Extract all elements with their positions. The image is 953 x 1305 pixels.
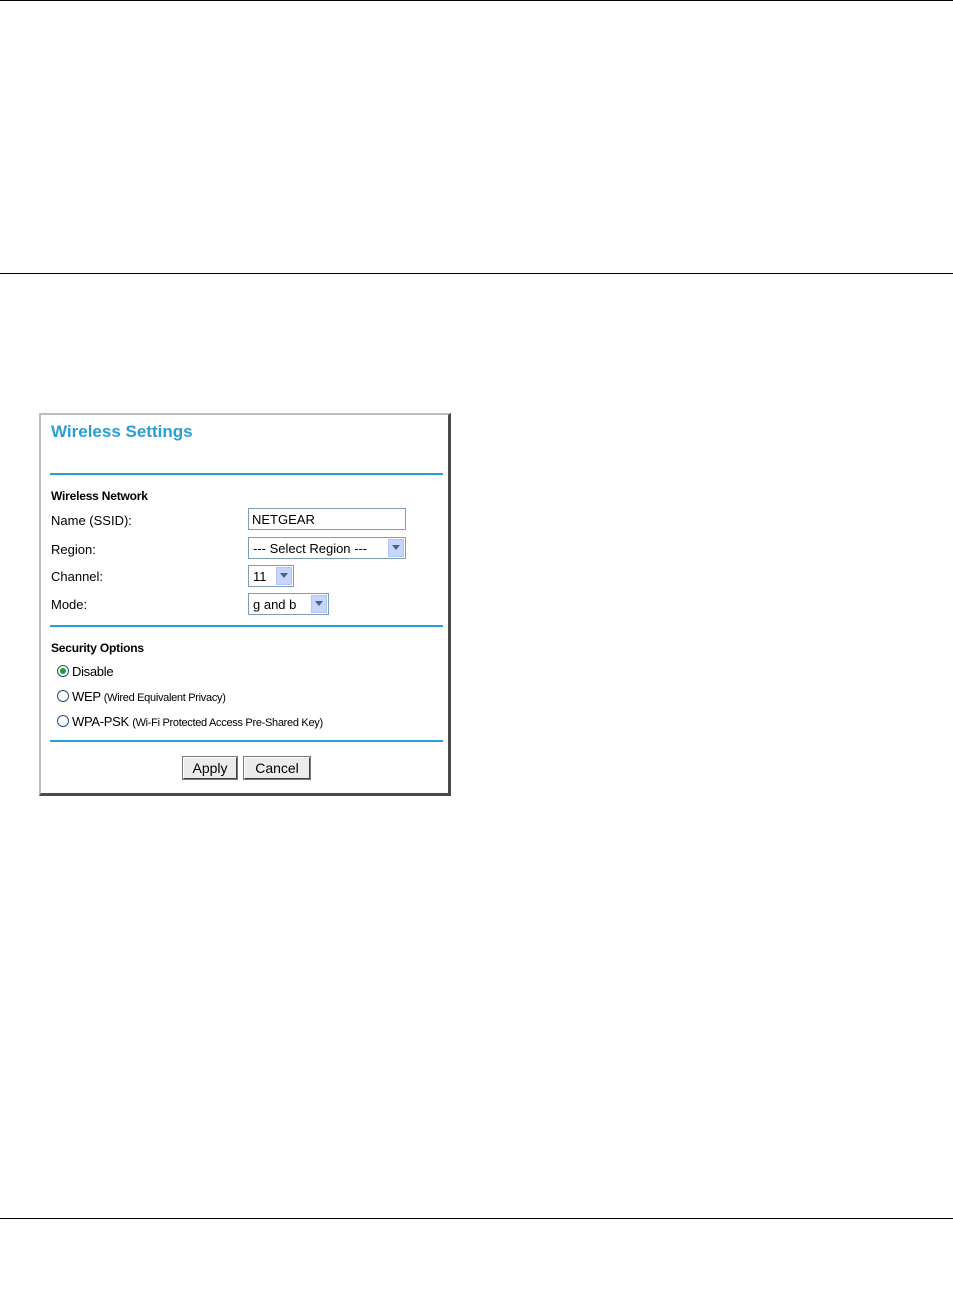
radio-disable-text: Disable — [72, 664, 114, 679]
radio-disable-label[interactable]: Disable — [72, 664, 114, 679]
security-separator — [50, 740, 443, 742]
ssid-input[interactable] — [248, 508, 406, 530]
cancel-button[interactable]: Cancel — [244, 757, 310, 779]
chevron-down-icon[interactable] — [311, 595, 327, 613]
wireless-network-heading: Wireless Network — [51, 489, 148, 503]
chevron-down-icon[interactable] — [276, 567, 292, 585]
mode-select-value: g and b — [253, 597, 297, 612]
radio-wep-text: WEP — [72, 689, 104, 704]
channel-label: Channel: — [51, 569, 104, 584]
title-separator — [50, 473, 443, 475]
network-separator — [50, 625, 443, 627]
header-rule — [0, 273, 953, 274]
channel-select-value: 11 — [253, 569, 267, 584]
top-rule — [0, 0, 953, 1]
apply-button[interactable]: Apply — [183, 757, 237, 779]
region-label: Region: — [51, 542, 96, 557]
radio-wpa-psk-text: WPA-PSK — [72, 714, 133, 729]
chevron-down-icon[interactable] — [388, 539, 404, 557]
security-options-heading: Security Options — [51, 641, 144, 655]
radio-wpa-psk-subtext: (Wi-Fi Protected Access Pre-Shared Key) — [132, 717, 323, 729]
radio-wep-subtext: (Wired Equivalent Privacy) — [103, 692, 226, 704]
radio-wep[interactable] — [57, 690, 69, 702]
radio-wep-label[interactable]: WEP (Wired Equivalent Privacy) — [72, 689, 226, 704]
channel-select[interactable]: 11 — [248, 565, 294, 587]
ssid-label: Name (SSID): — [51, 513, 132, 528]
mode-label: Mode: — [51, 597, 88, 612]
panel-title: Wireless Settings — [51, 422, 193, 441]
radio-disable[interactable] — [57, 665, 69, 677]
radio-wpa-psk-label[interactable]: WPA-PSK (Wi-Fi Protected Access Pre-Shar… — [72, 714, 323, 729]
wireless-settings-panel: Wireless Settings Wireless Network Name … — [39, 413, 451, 796]
region-select-value: --- Select Region --- — [253, 541, 368, 556]
region-select[interactable]: --- Select Region --- — [248, 537, 406, 559]
footer-rule — [0, 1218, 953, 1219]
mode-select[interactable]: g and b — [248, 593, 329, 615]
radio-wpa-psk[interactable] — [57, 715, 69, 727]
